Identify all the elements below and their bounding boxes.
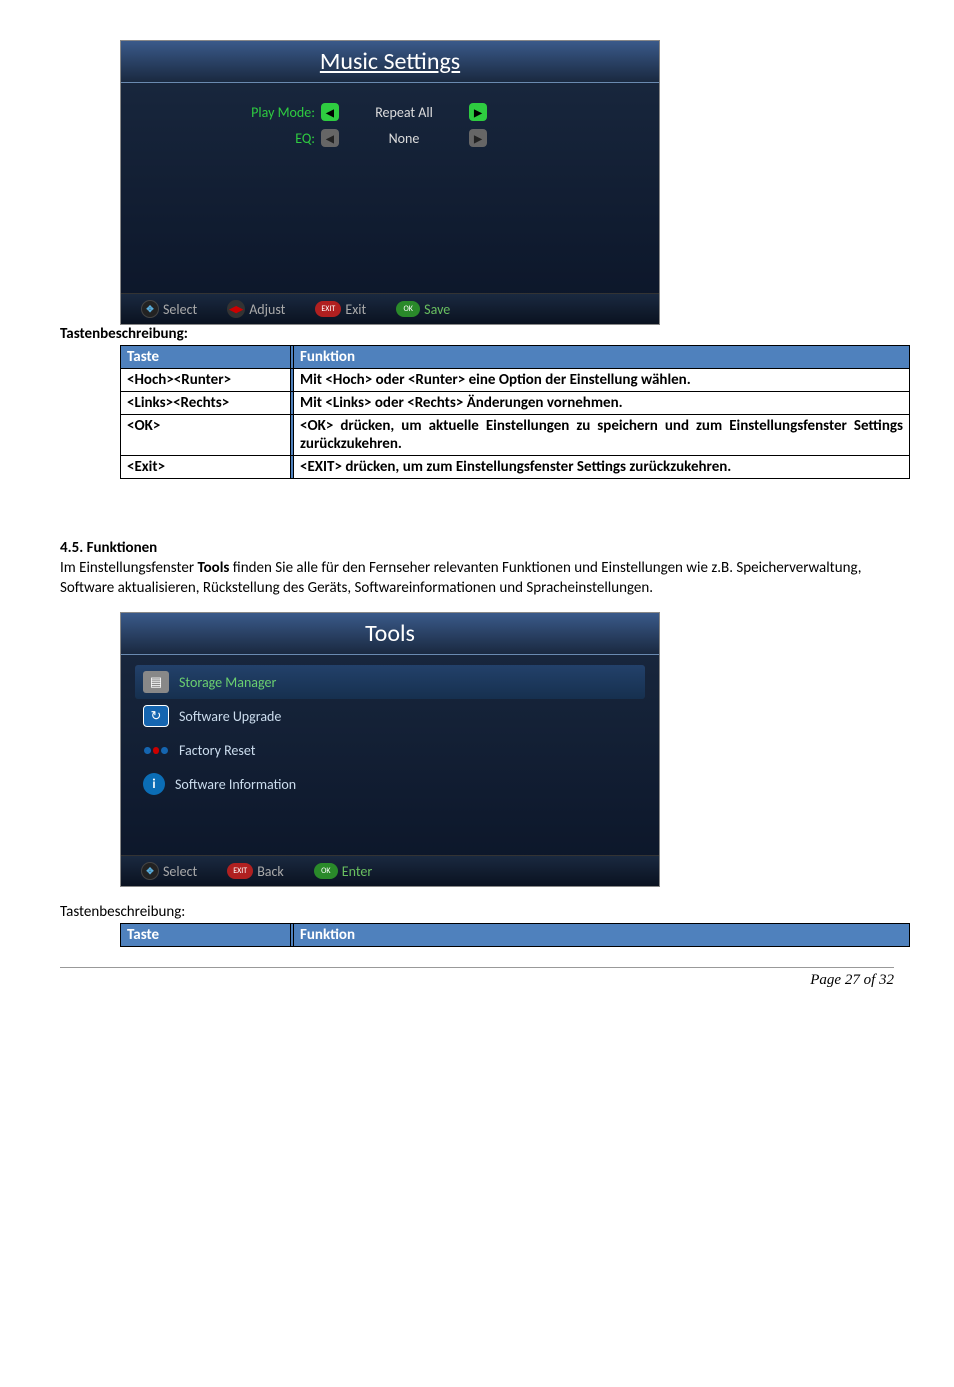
tool-software-information[interactable]: i Software Information	[135, 767, 645, 801]
info-icon: i	[143, 773, 165, 795]
th-taste: Taste	[121, 924, 291, 947]
list-item-label: Factory Reset	[179, 742, 255, 759]
table-row: <Links><Rechts> Mit <Links> oder <Rechts…	[121, 392, 910, 415]
exit-icon: EXIT	[315, 301, 341, 317]
tastenbeschreibung-heading-1: Tastenbeschreibung:	[60, 325, 894, 343]
list-item-label: Software Information	[175, 776, 296, 793]
page-footer: Page 27 of 32	[60, 967, 894, 989]
music-settings-title: Music Settings	[121, 41, 659, 83]
play-mode-row[interactable]: Play Mode: ◀ Repeat All ▶	[151, 103, 629, 121]
hint-select: ✥Select	[141, 862, 197, 880]
hint-back: EXITBack	[227, 863, 284, 880]
music-settings-body: Play Mode: ◀ Repeat All ▶ EQ: ◀ None ▶	[121, 83, 659, 293]
play-mode-label: Play Mode:	[151, 104, 321, 121]
tools-screenshot: Tools ▤ Storage Manager ↻ Software Upgra…	[120, 612, 660, 887]
th-funktion: Funktion	[294, 924, 910, 947]
eq-row[interactable]: EQ: ◀ None ▶	[151, 129, 629, 147]
music-settings-footer: ✥Select ◀▶Adjust EXITExit OKSave	[121, 293, 659, 324]
ok-icon: OK	[396, 301, 420, 317]
tool-factory-reset[interactable]: Factory Reset	[135, 733, 645, 767]
th-taste: Taste	[121, 346, 291, 369]
tools-footer: ✥Select EXITBack OKEnter	[121, 855, 659, 886]
upgrade-icon: ↻	[143, 705, 169, 727]
key-table-2: Taste Funktion	[120, 923, 910, 947]
tastenbeschreibung-heading-2: Tastenbeschreibung:	[60, 903, 894, 921]
hint-select: ✥Select	[141, 300, 197, 318]
hint-adjust: ◀▶Adjust	[227, 300, 285, 318]
arrow-left-icon[interactable]: ◀	[321, 129, 339, 147]
th-funktion: Funktion	[294, 346, 910, 369]
tools-body: ▤ Storage Manager ↻ Software Upgrade Fac…	[121, 655, 659, 855]
table-row: <Hoch><Runter> Mit <Hoch> oder <Runter> …	[121, 369, 910, 392]
exit-icon: EXIT	[227, 863, 253, 879]
table-row: <OK> <OK> drücken, um aktuelle Einstellu…	[121, 415, 910, 456]
section-4-5-text: Im Einstellungsfenster Tools finden Sie …	[60, 559, 894, 598]
music-settings-screenshot: Music Settings Play Mode: ◀ Repeat All ▶…	[120, 40, 660, 325]
table-row: <Exit> <EXIT> drücken, um zum Einstellun…	[121, 456, 910, 479]
hint-exit: EXITExit	[315, 301, 366, 318]
list-item-label: Storage Manager	[179, 674, 276, 691]
dpad-icon: ✥	[141, 862, 159, 880]
reset-icon	[143, 739, 169, 761]
tools-title: Tools	[121, 613, 659, 655]
hint-enter: OKEnter	[314, 863, 372, 880]
eq-label: EQ:	[151, 130, 321, 147]
list-item-label: Software Upgrade	[179, 708, 281, 725]
arrow-right-icon[interactable]: ▶	[469, 103, 487, 121]
arrow-left-icon[interactable]: ◀	[321, 103, 339, 121]
key-table-1: Taste Funktion <Hoch><Runter> Mit <Hoch>…	[120, 345, 910, 479]
hint-save: OKSave	[396, 301, 450, 318]
section-4-5-heading: 4.5. Funktionen	[60, 539, 894, 557]
arrow-right-icon[interactable]: ▶	[469, 129, 487, 147]
play-mode-value: Repeat All	[339, 104, 469, 121]
eq-value: None	[339, 130, 469, 147]
tool-software-upgrade[interactable]: ↻ Software Upgrade	[135, 699, 645, 733]
storage-icon: ▤	[143, 671, 169, 693]
dpad-icon: ✥	[141, 300, 159, 318]
leftright-icon: ◀▶	[227, 300, 245, 318]
ok-icon: OK	[314, 863, 338, 879]
tool-storage-manager[interactable]: ▤ Storage Manager	[135, 665, 645, 699]
